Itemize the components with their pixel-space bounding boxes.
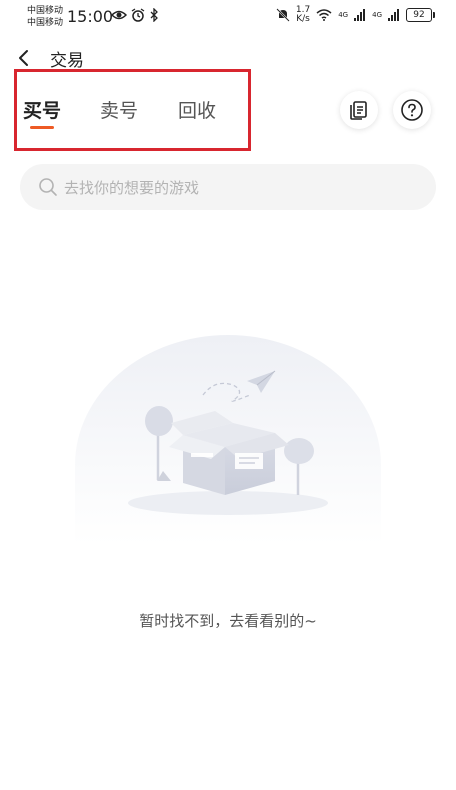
bluetooth-icon	[150, 8, 158, 22]
alarm-icon	[131, 8, 145, 22]
wifi-icon	[316, 9, 332, 21]
tab-buy-account[interactable]: 买号	[23, 96, 61, 123]
carrier-1: 中国移动	[27, 6, 64, 16]
mute-bell-icon	[276, 8, 290, 22]
search-bar[interactable]: 去找你的想要的游戏	[20, 164, 436, 210]
carrier-info: 中国移动 中国移动	[27, 5, 63, 29]
eye-icon	[111, 10, 127, 20]
signal-icon	[354, 9, 366, 21]
carrier-2: 中国移动	[27, 18, 64, 28]
search-icon	[39, 178, 57, 196]
signal-icon	[388, 9, 399, 21]
tab-sell-account[interactable]: 卖号	[100, 96, 138, 123]
empty-box-illustration	[75, 335, 381, 545]
back-arrow-icon[interactable]	[14, 48, 34, 68]
network-type-1: 4G	[338, 11, 349, 19]
status-bar: 中国移动 中国移动 15:00 1.7 K/s 4G 4G 92	[0, 0, 456, 34]
document-list-icon	[350, 101, 367, 120]
speed-unit: K/s	[296, 14, 310, 24]
records-button[interactable]	[340, 91, 378, 129]
search-placeholder: 去找你的想要的游戏	[64, 178, 200, 197]
status-right-icons: 1.7 K/s 4G 4G 92	[276, 6, 435, 24]
battery-indicator: 92	[406, 8, 435, 22]
page-title: 交易	[50, 51, 84, 71]
active-tab-indicator	[30, 126, 54, 129]
help-button[interactable]	[393, 91, 431, 129]
network-type-2: 4G	[372, 11, 382, 19]
status-left-icons	[111, 8, 159, 22]
status-time: 15:00	[67, 7, 114, 26]
tab-recycle[interactable]: 回收	[178, 96, 216, 123]
empty-state-message: 暂时找不到，去看看别的~	[139, 612, 317, 630]
network-speed: 1.7 K/s	[296, 6, 310, 24]
question-mark-icon	[401, 99, 423, 121]
